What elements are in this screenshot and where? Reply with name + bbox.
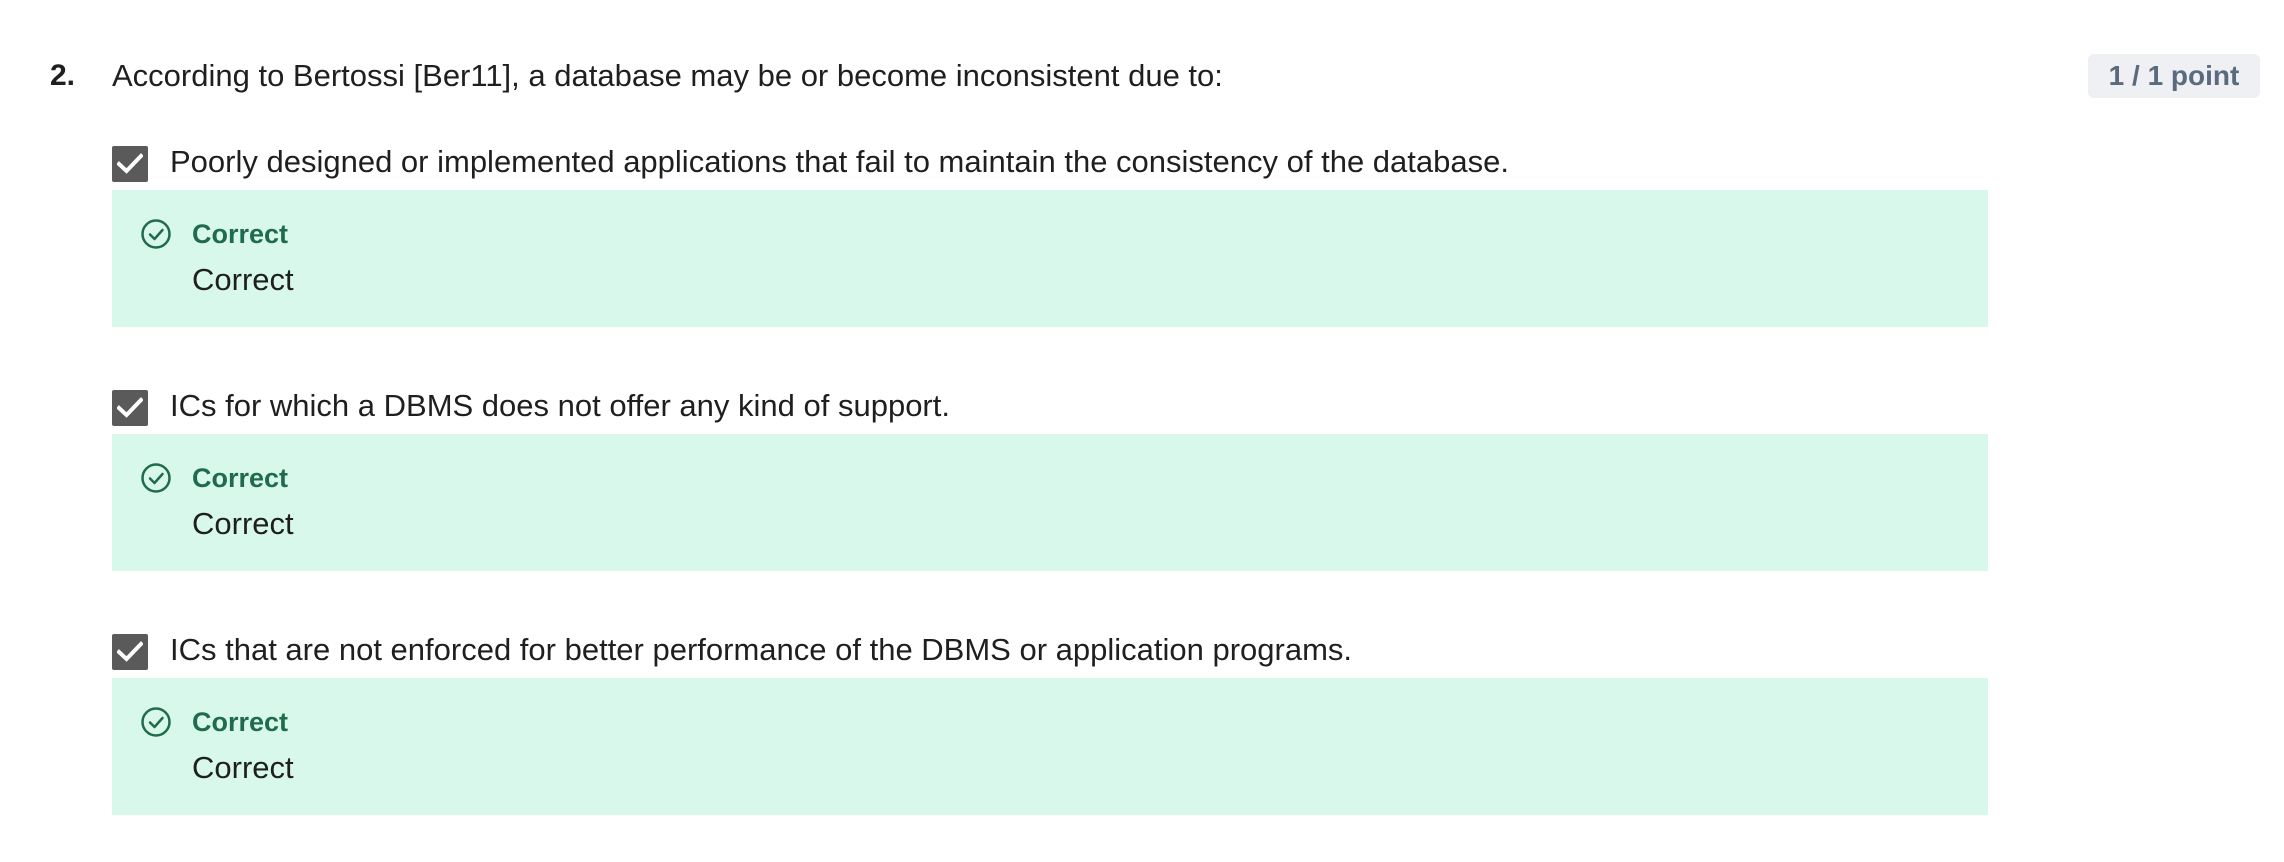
feedback-title: Correct [192, 219, 289, 249]
answer-option-label: ICs for which a DBMS does not offer any … [170, 388, 950, 423]
check-circle-icon [141, 707, 171, 737]
answer-option-row[interactable]: ICs for which a DBMS does not offer any … [112, 384, 1988, 428]
feedback-panel: Correct Correct [112, 434, 1988, 571]
question-prompt: According to Bertossi [Ber11], a databas… [112, 58, 1223, 93]
quiz-question: 2. According to Bertossi [Ber11], a data… [0, 0, 2284, 862]
answer-checkbox[interactable] [112, 146, 148, 182]
feedback-text: Correct [192, 262, 294, 297]
answer-option: ICs that are not enforced for better per… [112, 628, 1988, 815]
checkmark-icon [117, 397, 143, 418]
question-number: 2. [50, 59, 76, 92]
feedback-panel: Correct Correct [112, 678, 1988, 815]
check-circle-icon [141, 463, 171, 493]
answer-option-label: Poorly designed or implemented applicati… [170, 144, 1509, 179]
answer-option-label: ICs that are not enforced for better per… [170, 632, 1353, 667]
feedback-title: Correct [192, 463, 289, 493]
checkmark-icon [117, 641, 143, 662]
points-badge: 1 / 1 point [2088, 54, 2260, 98]
answer-checkbox[interactable] [112, 390, 148, 426]
check-circle-icon [141, 219, 171, 249]
feedback-text: Correct [192, 750, 294, 785]
feedback-text: Correct [192, 506, 294, 541]
checkmark-icon [117, 153, 143, 174]
answer-option-row[interactable]: Poorly designed or implemented applicati… [112, 140, 1988, 184]
answer-option: Poorly designed or implemented applicati… [112, 140, 1988, 327]
answer-option-row[interactable]: ICs that are not enforced for better per… [112, 628, 1988, 672]
feedback-panel: Correct Correct [112, 190, 1988, 327]
feedback-title: Correct [192, 707, 289, 737]
answer-checkbox[interactable] [112, 634, 148, 670]
answer-option: ICs for which a DBMS does not offer any … [112, 384, 1988, 571]
